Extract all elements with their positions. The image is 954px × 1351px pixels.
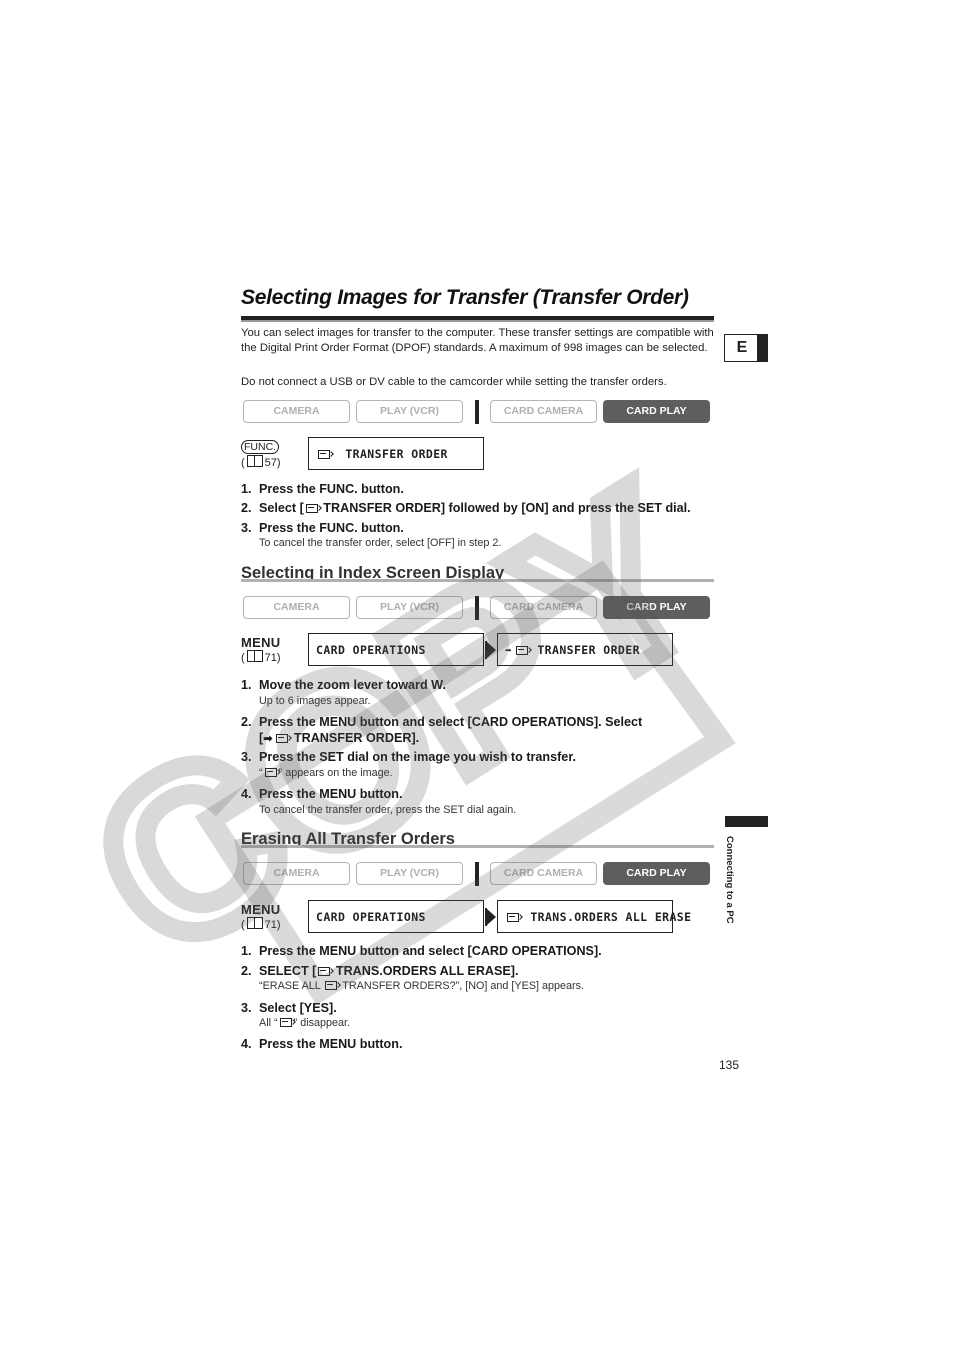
func-button-ref: FUNC. (57) [241, 440, 281, 469]
page-title: Selecting Images for Transfer (Transfer … [241, 286, 689, 309]
lcd-submenu-item: TRANS.ORDERS ALL ERASE [497, 900, 691, 933]
func-button-icon: FUNC. [241, 440, 280, 454]
chapter-tab-bar [725, 816, 768, 827]
mode-card-camera: CARD CAMERA [490, 400, 597, 423]
transfer-icon [507, 913, 519, 922]
transfer-icon [279, 1018, 292, 1027]
step-note: All “” disappear. [259, 1017, 351, 1029]
step-1: 1. Move the zoom lever toward W. [241, 678, 446, 692]
step-2: 2. SELECT [ TRANS.ORDERS ALL ERASE]. [241, 964, 519, 978]
mode-play-vcr: PLAY (VCR) [356, 400, 463, 423]
step-2-cont: [➡ TRANSFER ORDER]. [259, 731, 420, 745]
copy-watermark: COPY [43, 431, 752, 1014]
mode-play-vcr: PLAY (VCR) [356, 862, 463, 885]
ref-page: 71 [264, 652, 277, 664]
mode-separator [475, 596, 479, 620]
book-icon [246, 650, 263, 662]
mode-card-camera: CARD CAMERA [490, 596, 597, 619]
step-2: 2. Press the MENU button and select [CARD… [241, 715, 643, 729]
step-2: 2. Select [ TRANSFER ORDER] followed by [… [241, 501, 691, 515]
mode-card-play: CARD PLAY [603, 596, 710, 619]
page-number: 135 [719, 1058, 740, 1072]
book-icon [246, 917, 263, 929]
arrow-right-icon: ➡ [505, 644, 513, 657]
menu-button-label: MENU [241, 635, 281, 650]
menu-button-ref: MENU (71) [241, 635, 281, 664]
mode-separator [475, 400, 479, 424]
mode-bar: CAMERA PLAY (VCR) CARD CAMERA CARD PLAY [243, 862, 711, 886]
language-tab-bar [757, 334, 768, 362]
step-4: 4. Press the MENU button. [241, 1037, 403, 1051]
transfer-icon [264, 768, 277, 777]
step-note: To cancel the transfer order, select [OF… [259, 537, 502, 549]
intro-warning: Do not connect a USB or DV cable to the … [241, 376, 667, 388]
step-note: Up to 6 images appear. [259, 695, 371, 707]
lcd-submenu-item: ➡ TRANSFER ORDER [497, 633, 673, 666]
step-3: 3. Press the SET dial on the image you wi… [241, 750, 577, 764]
mode-bar: CAMERA PLAY (VCR) CARD CAMERA CARD PLAY [243, 596, 711, 620]
transfer-icon [276, 734, 289, 743]
ref-page: 71 [264, 919, 277, 931]
mode-card-play: CARD PLAY [603, 400, 710, 423]
section-rule [241, 845, 714, 848]
mode-separator [475, 862, 479, 886]
step-note: To cancel the transfer order, press the … [259, 804, 517, 816]
mode-card-play: CARD PLAY [603, 862, 710, 885]
mode-card-camera: CARD CAMERA [490, 862, 597, 885]
section-rule [241, 579, 714, 582]
step-note: “” appears on the image. [259, 767, 393, 779]
arrow-right-icon: ➡ [263, 733, 273, 745]
mode-play-vcr: PLAY (VCR) [356, 596, 463, 619]
menu-button-label: MENU [241, 902, 281, 917]
submenu-arrow-icon [485, 908, 496, 926]
lcd-menu-item: CARD OPERATIONS [308, 633, 484, 666]
mode-camera: CAMERA [243, 596, 350, 619]
book-icon [246, 455, 263, 467]
step-1: 1. Press the FUNC. button. [241, 482, 404, 496]
transfer-order-icon [305, 504, 318, 513]
step-4: 4. Press the MENU button. [241, 787, 403, 801]
step-1: 1. Press the MENU button and select [CARD… [241, 944, 602, 958]
submenu-arrow-icon [485, 641, 496, 659]
transfer-icon [325, 981, 338, 990]
chapter-label: Connecting to a PC [724, 836, 735, 924]
step-3: 3. Select [YES]. [241, 1001, 337, 1015]
mode-bar: CAMERA PLAY (VCR) CARD CAMERA CARD PLAY [243, 400, 711, 424]
mode-camera: CAMERA [243, 862, 350, 885]
lcd-menu-item: CARD OPERATIONS [308, 900, 484, 933]
transfer-icon [516, 646, 529, 655]
transfer-order-icon [318, 450, 330, 459]
lcd-menu-item: TRANSFER ORDER [308, 437, 484, 470]
menu-button-ref: MENU (71) [241, 902, 281, 931]
step-3: 3. Press the FUNC. button. [241, 521, 404, 535]
language-tab: E [724, 334, 759, 362]
step-note: “ERASE ALL TRANSFER ORDERS?”, [NO] and [… [259, 980, 585, 992]
transfer-icon [318, 967, 331, 976]
title-rule-shadow [241, 320, 714, 322]
ref-page: 57 [264, 457, 277, 469]
mode-camera: CAMERA [243, 400, 350, 423]
intro-paragraph: You can select images for transfer to th… [241, 327, 714, 354]
